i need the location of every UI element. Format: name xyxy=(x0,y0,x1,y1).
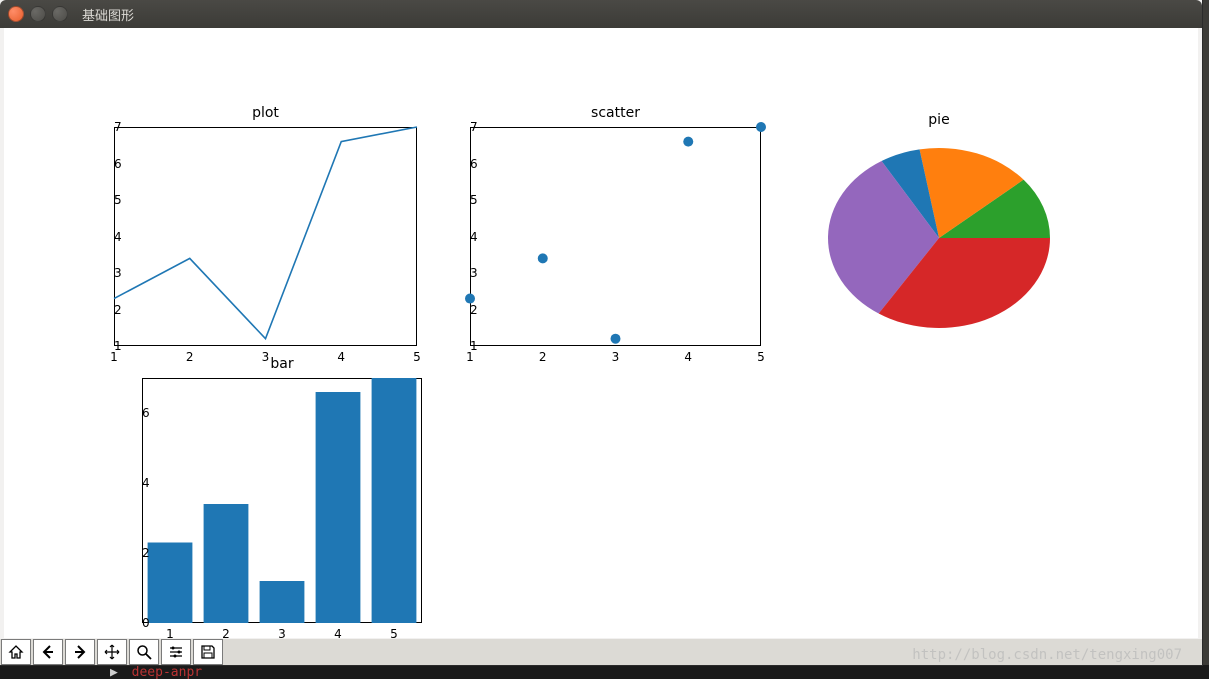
minimize-icon[interactable] xyxy=(30,6,46,22)
sliders-icon xyxy=(168,644,184,660)
back-button[interactable] xyxy=(33,639,63,665)
axes-bar: bar 024612345 xyxy=(142,378,422,623)
tick-label: 5 xyxy=(470,193,476,207)
axes-title: plot xyxy=(114,105,417,121)
tick-label: 3 xyxy=(470,266,476,280)
maximize-icon[interactable] xyxy=(52,6,68,22)
tick-label: 5 xyxy=(757,346,765,364)
zoom-icon xyxy=(136,644,152,660)
tick-label: 4 xyxy=(684,346,692,364)
axes-pie: pie xyxy=(828,148,1050,328)
tick-label: 6 xyxy=(470,157,476,171)
tick-label: 3 xyxy=(114,266,120,280)
home-button[interactable] xyxy=(1,639,31,665)
titlebar[interactable]: 基础图形 xyxy=(0,0,1202,28)
terminal-text: deep-anpr xyxy=(132,665,202,679)
tick-label: 1 xyxy=(466,346,474,364)
zoom-button[interactable] xyxy=(129,639,159,665)
matplotlib-window: 基础图形 plot 123456712345 scatter 123456712… xyxy=(0,0,1202,665)
pan-button[interactable] xyxy=(97,639,127,665)
close-icon[interactable] xyxy=(8,6,24,22)
mpl-toolbar: http://blog.csdn.net/tengxing007 xyxy=(0,639,1202,665)
window-title: 基础图形 xyxy=(76,5,134,24)
save-button[interactable] xyxy=(193,639,223,665)
tick-label: 0 xyxy=(142,616,148,630)
tick-label: 4 xyxy=(470,230,476,244)
arrow-right-icon xyxy=(72,644,88,660)
arrow-left-icon xyxy=(40,644,56,660)
forward-button[interactable] xyxy=(65,639,95,665)
bar-plot xyxy=(142,378,422,623)
tick-label: 6 xyxy=(114,157,120,171)
tick-label: 4 xyxy=(114,230,120,244)
tick-label: 7 xyxy=(114,120,120,134)
tick-label: 2 xyxy=(114,303,120,317)
tick-label: 6 xyxy=(142,406,148,420)
tick-label: 2 xyxy=(539,346,547,364)
line-plot xyxy=(114,127,417,346)
scatter-plot xyxy=(470,127,761,346)
axes-title: pie xyxy=(828,112,1050,128)
tick-label: 7 xyxy=(470,120,476,134)
tick-label: 5 xyxy=(114,193,120,207)
terminal-prompt: ▶ xyxy=(110,665,118,679)
tick-label: 4 xyxy=(142,476,148,490)
move-icon xyxy=(104,644,120,660)
save-icon xyxy=(200,644,216,660)
terminal-peek: ▶ deep-anpr xyxy=(0,665,1209,679)
watermark-text: http://blog.csdn.net/tengxing007 xyxy=(912,647,1182,663)
axes-title: scatter xyxy=(470,105,761,121)
axes-plot: plot 123456712345 xyxy=(114,127,417,346)
home-icon xyxy=(8,644,24,660)
configure-button[interactable] xyxy=(161,639,191,665)
axes-scatter: scatter 123456712345 xyxy=(470,127,761,346)
tick-label: 1 xyxy=(110,346,118,364)
tick-label: 3 xyxy=(612,346,620,364)
pie-plot xyxy=(828,148,1050,328)
figure-canvas: plot 123456712345 scatter 123456712345 b… xyxy=(4,28,1198,638)
tick-label: 2 xyxy=(142,546,148,560)
tick-label: 2 xyxy=(470,303,476,317)
axes-title: bar xyxy=(142,356,422,372)
desktop: ▶ deep-anpr 基础图形 plot 1 2 3 4 5 6 7 1 2 3 4 5 scatt… xyxy=(0,0,1209,679)
